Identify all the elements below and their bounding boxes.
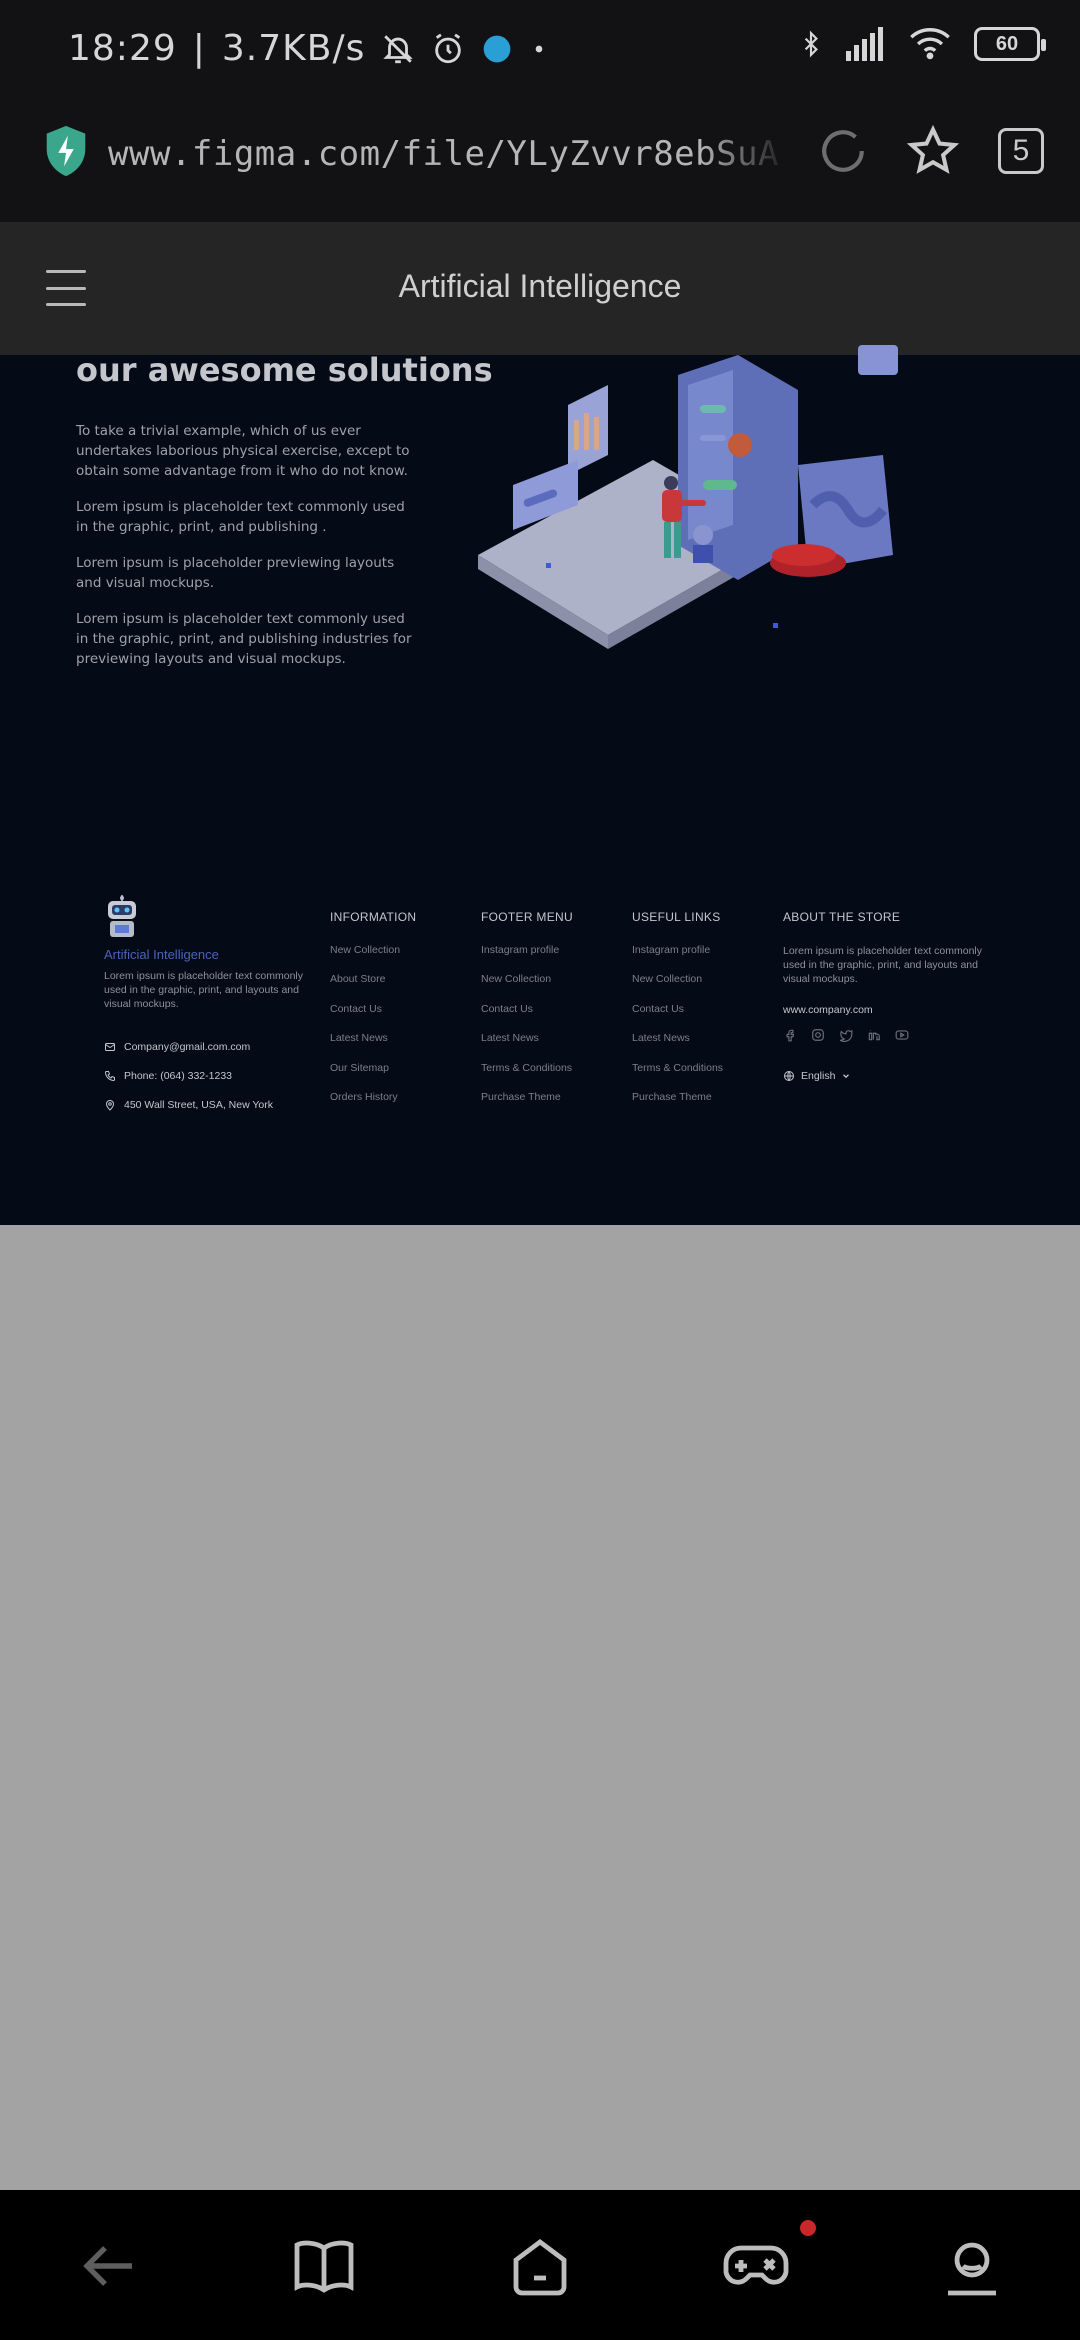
paragraph: Lorem ipsum is placeholder previewing la…	[76, 555, 395, 591]
page-title: Artificial Intelligence	[398, 268, 682, 304]
section-heading: our awesome solutions	[76, 351, 493, 389]
footer-link[interactable]: Terms & Conditions	[632, 1062, 723, 1091]
shield-icon[interactable]	[42, 124, 90, 178]
footer-link[interactable]: Orders History	[330, 1091, 416, 1120]
mail-icon	[105, 1043, 115, 1051]
notification-dot	[800, 2220, 816, 2236]
page-header: Artificial Intelligence	[0, 222, 1080, 355]
footer-link[interactable]: Contact Us	[632, 1003, 723, 1032]
store-website-link[interactable]: www.company.com	[783, 1004, 983, 1016]
contact-phone[interactable]: Phone: (064) 332-1233	[104, 1070, 232, 1082]
linkedin-icon[interactable]	[867, 1028, 881, 1042]
robot-logo-icon	[108, 895, 136, 937]
contact-address[interactable]: 450 Wall Street, USA, New York	[104, 1099, 273, 1111]
footer-column-title: FOOTER MENU	[481, 910, 573, 924]
footer-column-title: USEFUL LINKS	[632, 910, 721, 924]
back-icon[interactable]	[72, 2230, 144, 2302]
footer-link[interactable]: Latest News	[330, 1032, 416, 1061]
footer-brand-name[interactable]: Artificial Intelligence	[104, 947, 219, 962]
signal-icon	[846, 27, 883, 61]
globe-icon	[784, 1071, 794, 1081]
footer-link[interactable]: New Collection	[481, 973, 573, 1002]
status-time: 18:29	[68, 28, 177, 69]
about-store-description: Lorem ipsum is placeholder text commonly…	[783, 945, 982, 985]
mute-bell-icon	[383, 34, 414, 63]
twitter-icon[interactable]	[839, 1028, 853, 1042]
home-icon[interactable]	[504, 2230, 576, 2302]
star-icon[interactable]	[906, 124, 960, 178]
url-field[interactable]: www.figma.com/file/YLyZvvr8ebSuA3kNQHhnh…	[108, 134, 778, 184]
facebook-icon[interactable]	[783, 1028, 797, 1042]
battery-indicator: 60	[974, 27, 1046, 61]
tab-count-button[interactable]: 5	[998, 128, 1044, 174]
bottom-navigation	[0, 2190, 1080, 2340]
footer-brand-description: Lorem ipsum is placeholder text commonly…	[104, 970, 303, 1010]
youtube-icon[interactable]	[895, 1028, 909, 1042]
phone-icon	[104, 1071, 115, 1082]
location-pin-icon	[105, 1100, 115, 1111]
net-speed: 3.7KB/s	[221, 28, 366, 69]
footer-link[interactable]: Instagram profile	[481, 944, 573, 973]
paragraph: To take a trivial example, which of us e…	[76, 423, 410, 479]
status-bar: 18:29 | 3.7KB/s 60	[0, 0, 1080, 100]
reload-icon[interactable]	[818, 126, 868, 176]
language-label: English	[801, 1070, 836, 1082]
dot-icon	[536, 45, 543, 52]
wifi-icon	[910, 28, 950, 60]
footer-link[interactable]: Purchase Theme	[632, 1091, 723, 1120]
footer-column-footer-menu: FOOTER MENU Instagram profile New Collec…	[481, 910, 573, 1120]
status-left: 18:29 | 3.7KB/s	[68, 28, 549, 69]
bluetooth-icon	[804, 30, 818, 58]
footer-column-about: ABOUT THE STORE Lorem ipsum is placehold…	[783, 910, 983, 1082]
footer-link[interactable]: Instagram profile	[632, 944, 723, 973]
footer-link[interactable]: About Store	[330, 973, 416, 1002]
language-selector[interactable]: English	[783, 1070, 983, 1082]
contact-email[interactable]: Company@gmail.com.com	[104, 1041, 250, 1053]
browser-url-bar: www.figma.com/file/YLyZvvr8ebSuA3kNQHhnh…	[0, 100, 1080, 222]
page-content: our awesome solutions To take a trivial …	[0, 345, 1080, 1225]
footer-link[interactable]: Latest News	[632, 1032, 723, 1061]
profile-icon[interactable]	[936, 2230, 1008, 2302]
footer-link[interactable]: Contact Us	[481, 1003, 573, 1032]
url-actions: 5	[818, 124, 1044, 178]
footer-link[interactable]: Contact Us	[330, 1003, 416, 1032]
footer-link[interactable]: Terms & Conditions	[481, 1062, 573, 1091]
footer-link[interactable]: Our Sitemap	[330, 1062, 416, 1091]
book-icon[interactable]	[288, 2230, 360, 2302]
footer-column-useful-links: USEFUL LINKS Instagram profile New Colle…	[632, 910, 723, 1120]
paragraph: Lorem ipsum is placeholder text commonly…	[76, 611, 412, 667]
footer-column-title: ABOUT THE STORE	[783, 910, 901, 924]
footer-column-information: INFORMATION New Collection About Store C…	[330, 910, 416, 1120]
alarm-icon	[435, 33, 462, 63]
footer-column-title: INFORMATION	[330, 910, 417, 924]
contact-email-text: Company@gmail.com.com	[124, 1041, 251, 1053]
footer-link[interactable]: New Collection	[632, 973, 723, 1002]
contact-address-text: 450 Wall Street, USA, New York	[124, 1099, 274, 1111]
footer-link[interactable]: Purchase Theme	[481, 1091, 573, 1120]
ai-isometric-illustration	[478, 345, 898, 649]
game-controller-icon[interactable]	[720, 2230, 792, 2302]
status-right: 60	[798, 26, 1046, 62]
instagram-icon[interactable]	[811, 1028, 825, 1042]
contact-phone-text: Phone: (064) 332-1233	[124, 1070, 232, 1082]
app-notification-icon	[484, 35, 511, 62]
social-links	[783, 1028, 983, 1042]
footer-link[interactable]: New Collection	[330, 944, 416, 973]
chevron-down-icon	[843, 1074, 850, 1079]
paragraph: Lorem ipsum is placeholder text commonly…	[76, 499, 405, 535]
footer-link[interactable]: Latest News	[481, 1032, 573, 1061]
